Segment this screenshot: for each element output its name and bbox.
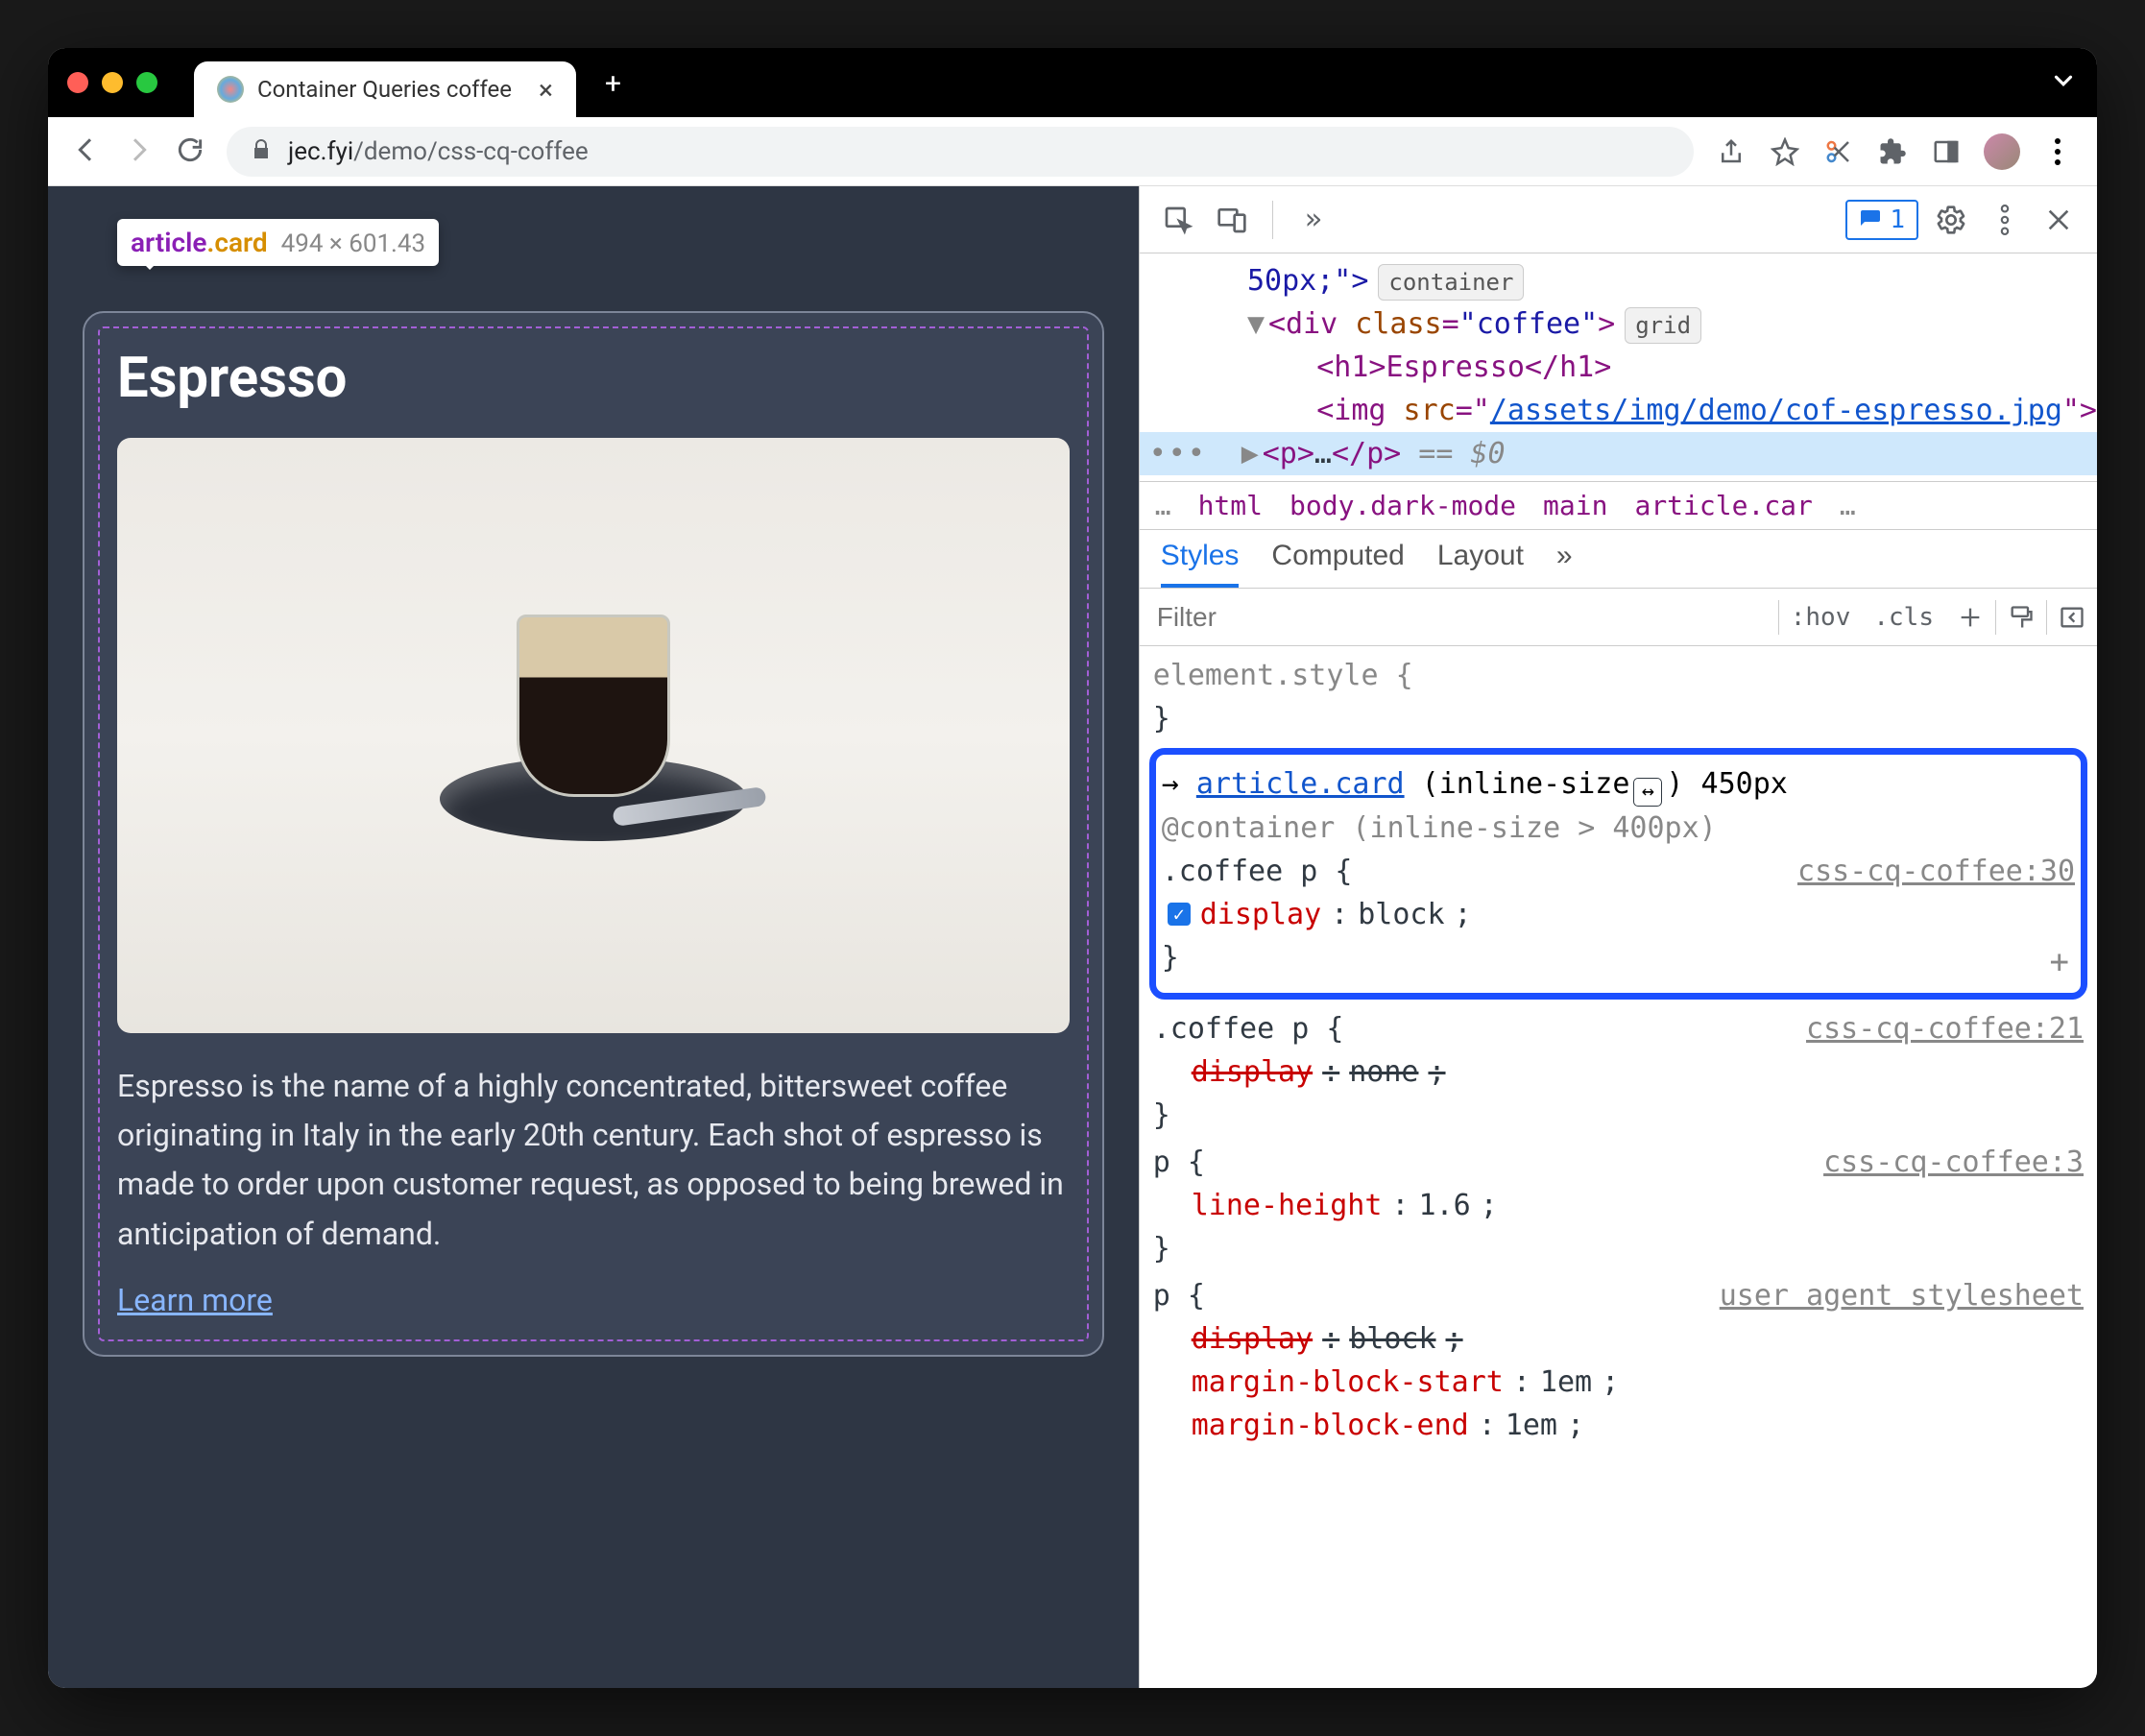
container-link[interactable]: article.card — [1196, 767, 1405, 801]
profile-avatar[interactable] — [1984, 133, 2020, 170]
new-tab-button[interactable]: + — [605, 67, 636, 98]
tab-computed[interactable]: Computed — [1271, 540, 1404, 588]
devtools-close-button[interactable] — [2037, 199, 2080, 241]
tab-layout[interactable]: Layout — [1437, 540, 1524, 588]
crumb[interactable]: … — [1155, 490, 1171, 521]
dom-line[interactable]: ▼<div class="coffee">grid — [1178, 302, 2097, 346]
page-viewport: article.card 494 × 601.43 Espresso Espre… — [48, 186, 1139, 1688]
device-toolbar-button[interactable] — [1211, 199, 1253, 241]
crumb[interactable]: article.car — [1634, 490, 1812, 521]
styles-filter-bar: :hov .cls — [1140, 589, 2097, 646]
forward-button[interactable] — [123, 134, 154, 169]
window-minimize-button[interactable] — [102, 72, 123, 93]
rule-element-style[interactable]: element.style { } — [1153, 654, 2084, 740]
tab-favicon — [217, 76, 244, 103]
learn-more-link[interactable]: Learn more — [117, 1282, 273, 1318]
article-card: Espresso Espresso is the name of a highl… — [83, 311, 1104, 1357]
tab-more[interactable]: » — [1556, 540, 1573, 588]
inspect-element-button[interactable] — [1157, 199, 1199, 241]
inspect-tooltip: article.card 494 × 601.43 — [117, 219, 439, 266]
tab-title: Container Queries coffee — [257, 76, 512, 103]
toolbar: jec.fyi/demo/css-cq-coffee — [48, 117, 2097, 186]
paint-icon[interactable] — [1996, 604, 2046, 631]
address-bar[interactable]: jec.fyi/demo/css-cq-coffee — [227, 127, 1694, 177]
highlighted-container-rule: → article.card (inline-size↔) 450px @con… — [1149, 748, 2087, 1000]
settings-icon[interactable] — [1930, 199, 1972, 241]
dom-breadcrumbs[interactable]: … html body.dark-mode main article.car … — [1140, 481, 2097, 530]
styles-filter-input[interactable] — [1140, 602, 1778, 633]
more-tabs-button[interactable]: » — [1292, 199, 1335, 241]
scissors-icon[interactable] — [1822, 135, 1855, 168]
crumb[interactable]: main — [1543, 490, 1607, 521]
url-text: jec.fyi/demo/css-cq-coffee — [288, 137, 589, 166]
lock-icon — [250, 138, 273, 165]
css-rule[interactable]: css-cq-coffee:3p { line-height: 1.6; } — [1153, 1141, 2084, 1270]
crumb[interactable]: body.dark-mode — [1289, 490, 1516, 521]
source-link[interactable]: css-cq-coffee:21 — [1806, 1007, 2084, 1050]
elements-dom-tree[interactable]: 50px;">container ▼<div class="coffee">gr… — [1140, 253, 2097, 481]
source-link[interactable]: css-cq-coffee:3 — [1823, 1141, 2084, 1184]
chrome-menu-button[interactable] — [2041, 135, 2074, 168]
back-button[interactable] — [71, 134, 102, 169]
styles-tab-strip: Styles Computed Layout » — [1140, 530, 2097, 589]
sidepanel-icon[interactable] — [1930, 135, 1963, 168]
container-query-rule[interactable]: → article.card (inline-size↔) 450px @con… — [1162, 762, 2075, 979]
css-declaration[interactable]: ✓display: block; — [1162, 893, 2075, 936]
dom-selected-line[interactable]: ▶<p>…</p> == $0 — [1140, 432, 2097, 475]
dom-line[interactable]: <img src="/assets/img/demo/cof-espresso.… — [1178, 389, 2097, 432]
window-maximize-button[interactable] — [136, 72, 157, 93]
inline-size-icon: ↔ — [1633, 778, 1662, 807]
bookmark-icon[interactable] — [1769, 135, 1801, 168]
browser-window: Container Queries coffee × + jec.fyi/dem… — [48, 48, 2097, 1688]
source-link[interactable]: css-cq-coffee:30 — [1797, 850, 2075, 893]
tabs-menu-button[interactable] — [2049, 66, 2078, 99]
dom-line[interactable]: 50px;">container — [1178, 259, 2097, 302]
toggle-sidebar-icon[interactable] — [2047, 604, 2097, 631]
window-close-button[interactable] — [67, 72, 88, 93]
tab-close-button[interactable]: × — [539, 74, 553, 106]
tab-strip: Container Queries coffee × + — [48, 48, 2097, 117]
coffee-image — [117, 438, 1070, 1033]
add-declaration-button[interactable]: + — [2050, 938, 2069, 987]
user-agent-rule[interactable]: user agent stylesheetp { display: block;… — [1153, 1274, 2084, 1447]
card-paragraph: Espresso is the name of a highly concent… — [117, 1062, 1070, 1259]
css-rule[interactable]: css-cq-coffee:21.coffee p { display: non… — [1153, 1007, 2084, 1137]
browser-tab[interactable]: Container Queries coffee × — [194, 61, 576, 117]
reload-button[interactable] — [175, 134, 205, 169]
window-controls — [67, 72, 157, 93]
styles-rules-pane[interactable]: element.style { } → article.card (inline… — [1140, 646, 2097, 1451]
new-rule-button[interactable] — [1945, 604, 1995, 631]
devtools-toolbar: » 1 — [1140, 186, 2097, 253]
issues-button[interactable]: 1 — [1845, 200, 1918, 240]
cls-button[interactable]: .cls — [1862, 603, 1945, 632]
property-checkbox[interactable]: ✓ — [1168, 903, 1191, 926]
hov-button[interactable]: :hov — [1779, 603, 1863, 632]
extensions-icon[interactable] — [1876, 135, 1909, 168]
crumb[interactable]: html — [1198, 490, 1263, 521]
card-heading: Espresso — [117, 346, 1070, 411]
devtools-menu-button[interactable] — [1984, 199, 2026, 241]
crumb[interactable]: … — [1840, 490, 1856, 521]
tab-styles[interactable]: Styles — [1161, 540, 1240, 588]
devtools-panel: » 1 50px;">container ▼<div class="coffee… — [1139, 186, 2097, 1688]
dom-line[interactable]: <h1>Espresso</h1> — [1178, 346, 2097, 389]
share-icon[interactable] — [1715, 135, 1747, 168]
